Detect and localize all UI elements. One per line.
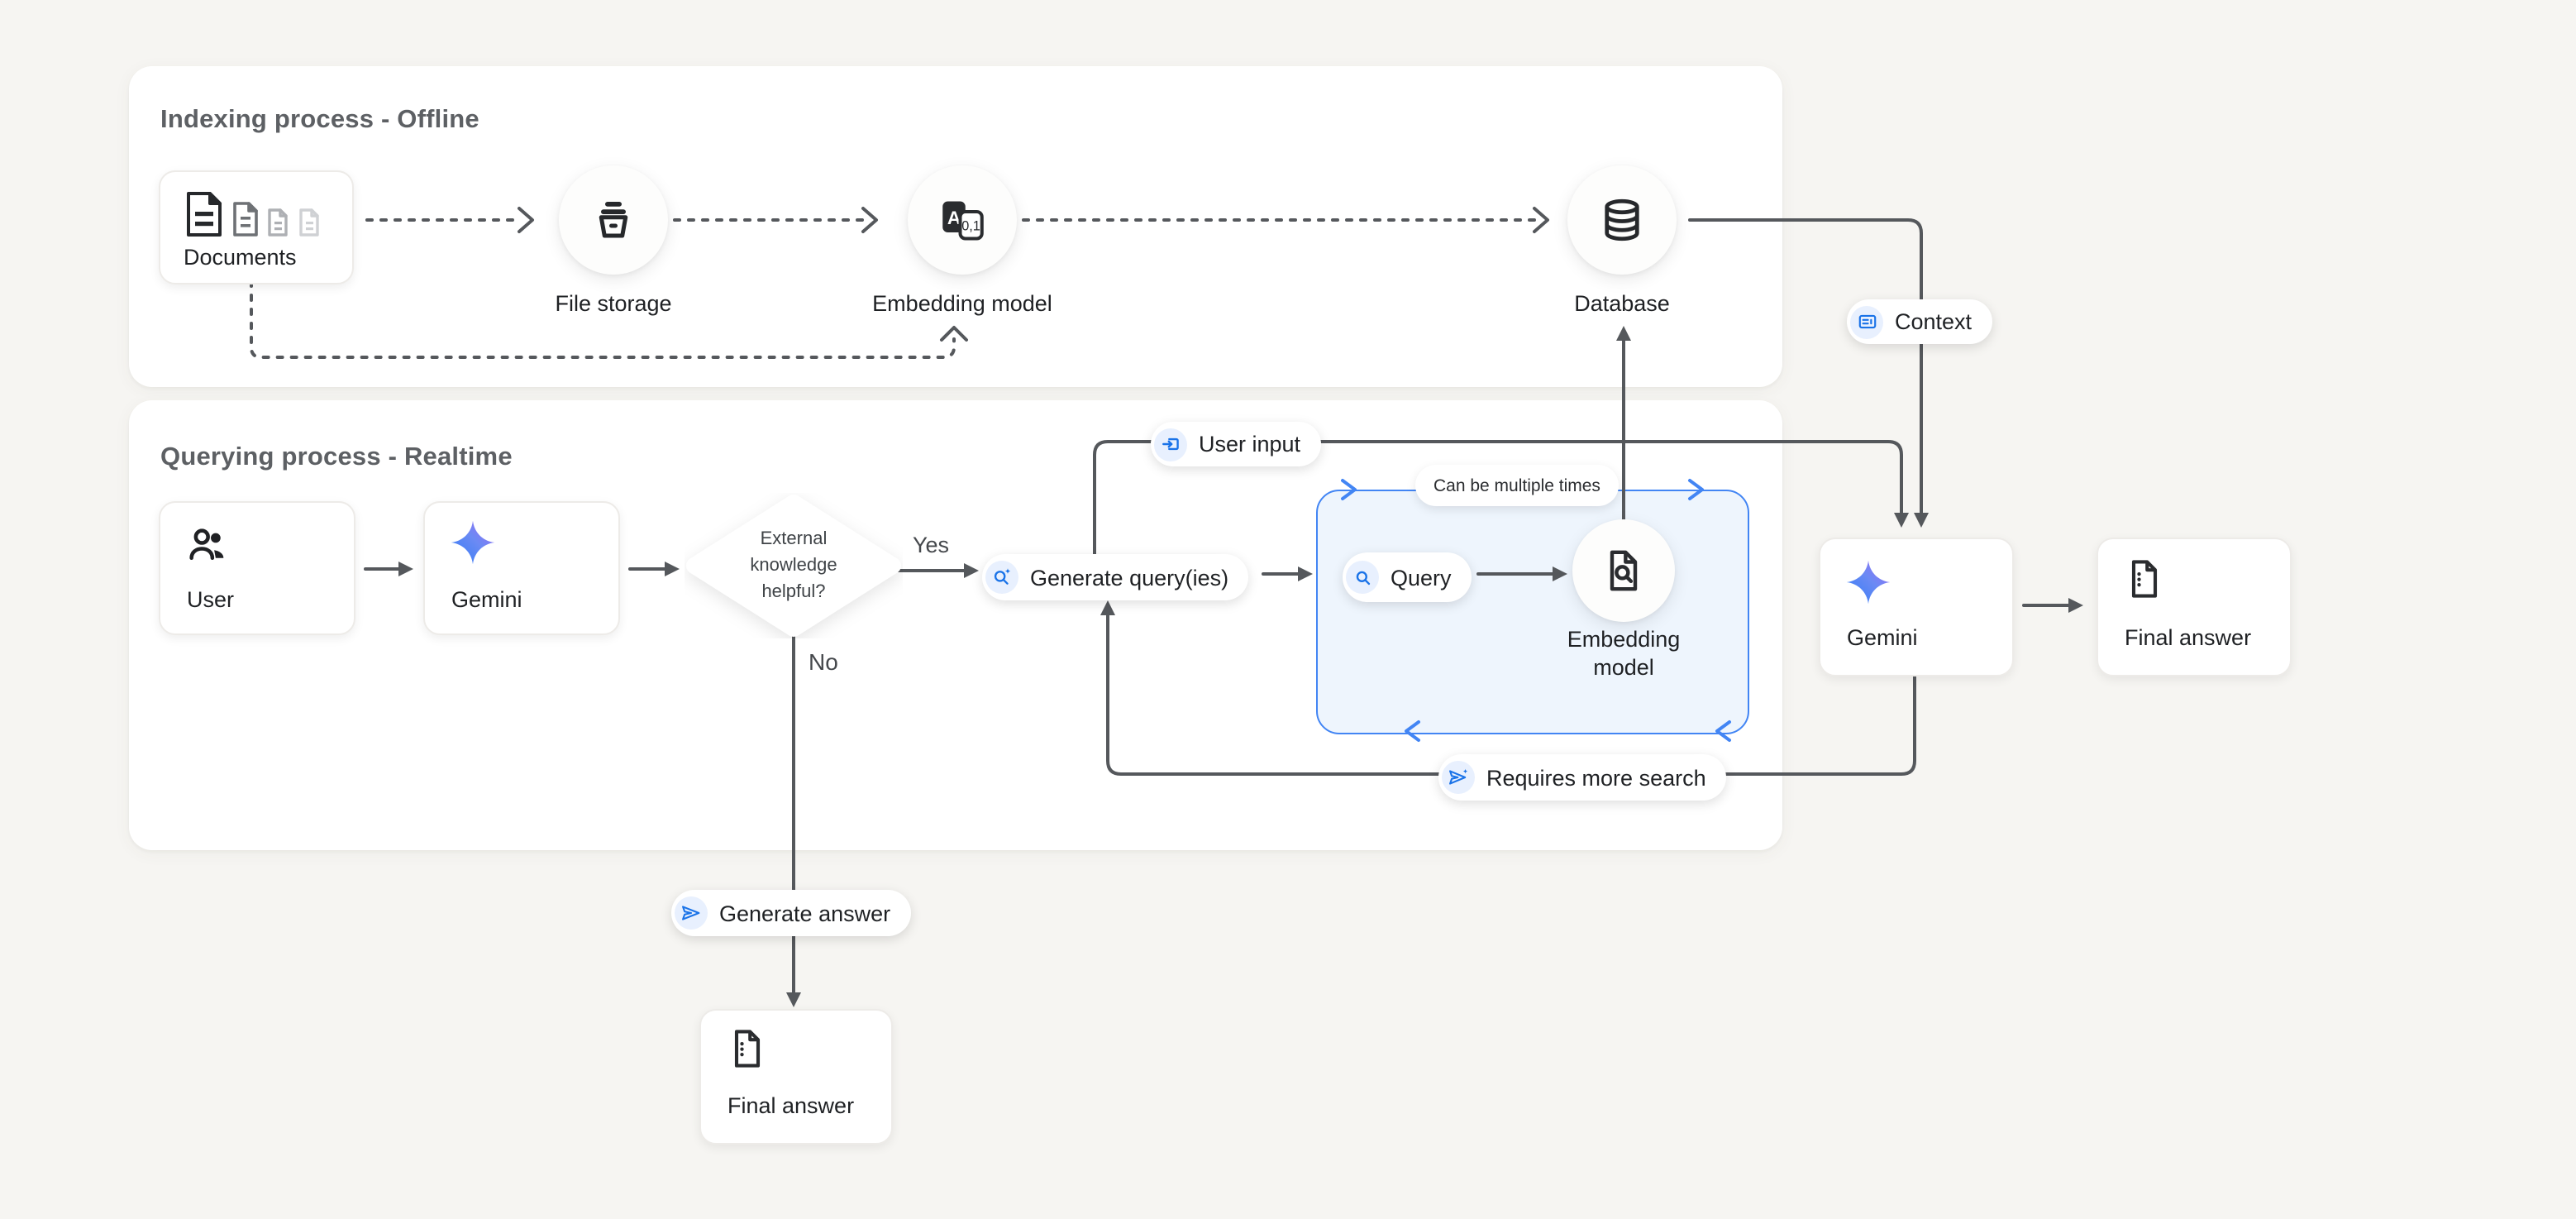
context-icon (1856, 311, 1877, 332)
file-storage-label: File storage (555, 291, 671, 316)
gemini-label: Gemini (451, 587, 522, 612)
gemini-node: Gemini (423, 501, 620, 635)
user-input-icon-chip (1154, 428, 1187, 461)
user-label: User (187, 587, 234, 612)
documents-node: Documents (159, 170, 354, 284)
send-icon (680, 901, 703, 925)
search-sparkle-icon (990, 566, 1014, 589)
decision-no-label: No (809, 648, 838, 675)
draft-document-icon (2123, 557, 2166, 600)
user-node: User (159, 501, 355, 635)
svg-text:0,1: 0,1 (961, 219, 980, 234)
file-storage-node (559, 165, 668, 275)
query-icon-chip (1346, 561, 1379, 594)
generate-query-badge: Generate query(ies) (982, 554, 1248, 600)
documents-label: Documents (184, 245, 297, 270)
final-answer-right-label: Final answer (2125, 625, 2251, 650)
send-sparkle-icon (1447, 766, 1470, 789)
loop-embedding-model-label: Embedding model (1567, 627, 1681, 681)
generate-answer-badge: Generate answer (671, 890, 910, 936)
documents-icon (184, 189, 329, 241)
input-icon (1160, 433, 1181, 455)
loop-embedding-model-node (1572, 519, 1675, 622)
embedding-model-icon: A 0,1 (937, 195, 987, 245)
user-input-badge: User input (1151, 422, 1320, 466)
generate-query-icon-chip (985, 561, 1018, 594)
loop-caption-label: Can be multiple times (1433, 476, 1600, 495)
final-answer-bottom-label: Final answer (727, 1093, 854, 1118)
query-badge: Query (1343, 552, 1472, 602)
querying-title: Querying process - Realtime (160, 443, 513, 473)
query-label: Query (1391, 565, 1452, 590)
database-node (1567, 165, 1677, 275)
context-label: Context (1895, 309, 1972, 334)
file-storage-icon (589, 195, 638, 245)
user-icon (185, 523, 230, 567)
gemini-icon (1844, 557, 1893, 607)
context-icon-chip (1850, 305, 1883, 338)
requires-more-search-badge: Requires more search (1438, 754, 1726, 801)
generate-answer-icon-chip (675, 896, 708, 930)
document-search-icon (1600, 547, 1647, 594)
rag-architecture-diagram: Indexing process - Offline (0, 0, 2576, 1219)
gemini-right-node: Gemini (1819, 538, 2014, 676)
requires-more-search-label: Requires more search (1486, 765, 1706, 790)
database-icon (1597, 195, 1647, 245)
embedding-model-node: A 0,1 (908, 165, 1017, 275)
requires-more-search-icon-chip (1442, 761, 1475, 794)
embedding-model-label: Embedding model (872, 291, 1052, 316)
search-icon (1352, 566, 1373, 588)
context-badge: Context (1847, 299, 1992, 344)
gemini-right-label: Gemini (1847, 625, 1918, 650)
decision-question: External knowledge helpful? (694, 526, 893, 605)
indexing-title: Indexing process - Offline (160, 106, 479, 136)
user-input-label: User input (1199, 432, 1300, 457)
generate-answer-label: Generate answer (719, 901, 890, 925)
draft-document-icon (726, 1027, 769, 1070)
final-answer-right-node: Final answer (2097, 538, 2292, 676)
gemini-icon (448, 518, 498, 567)
generate-query-label: Generate query(ies) (1030, 565, 1228, 590)
database-label: Database (1574, 291, 1670, 316)
loop-caption-badge: Can be multiple times (1415, 465, 1619, 506)
decision-yes-label: Yes (913, 533, 949, 557)
final-answer-bottom-node: Final answer (699, 1009, 893, 1145)
